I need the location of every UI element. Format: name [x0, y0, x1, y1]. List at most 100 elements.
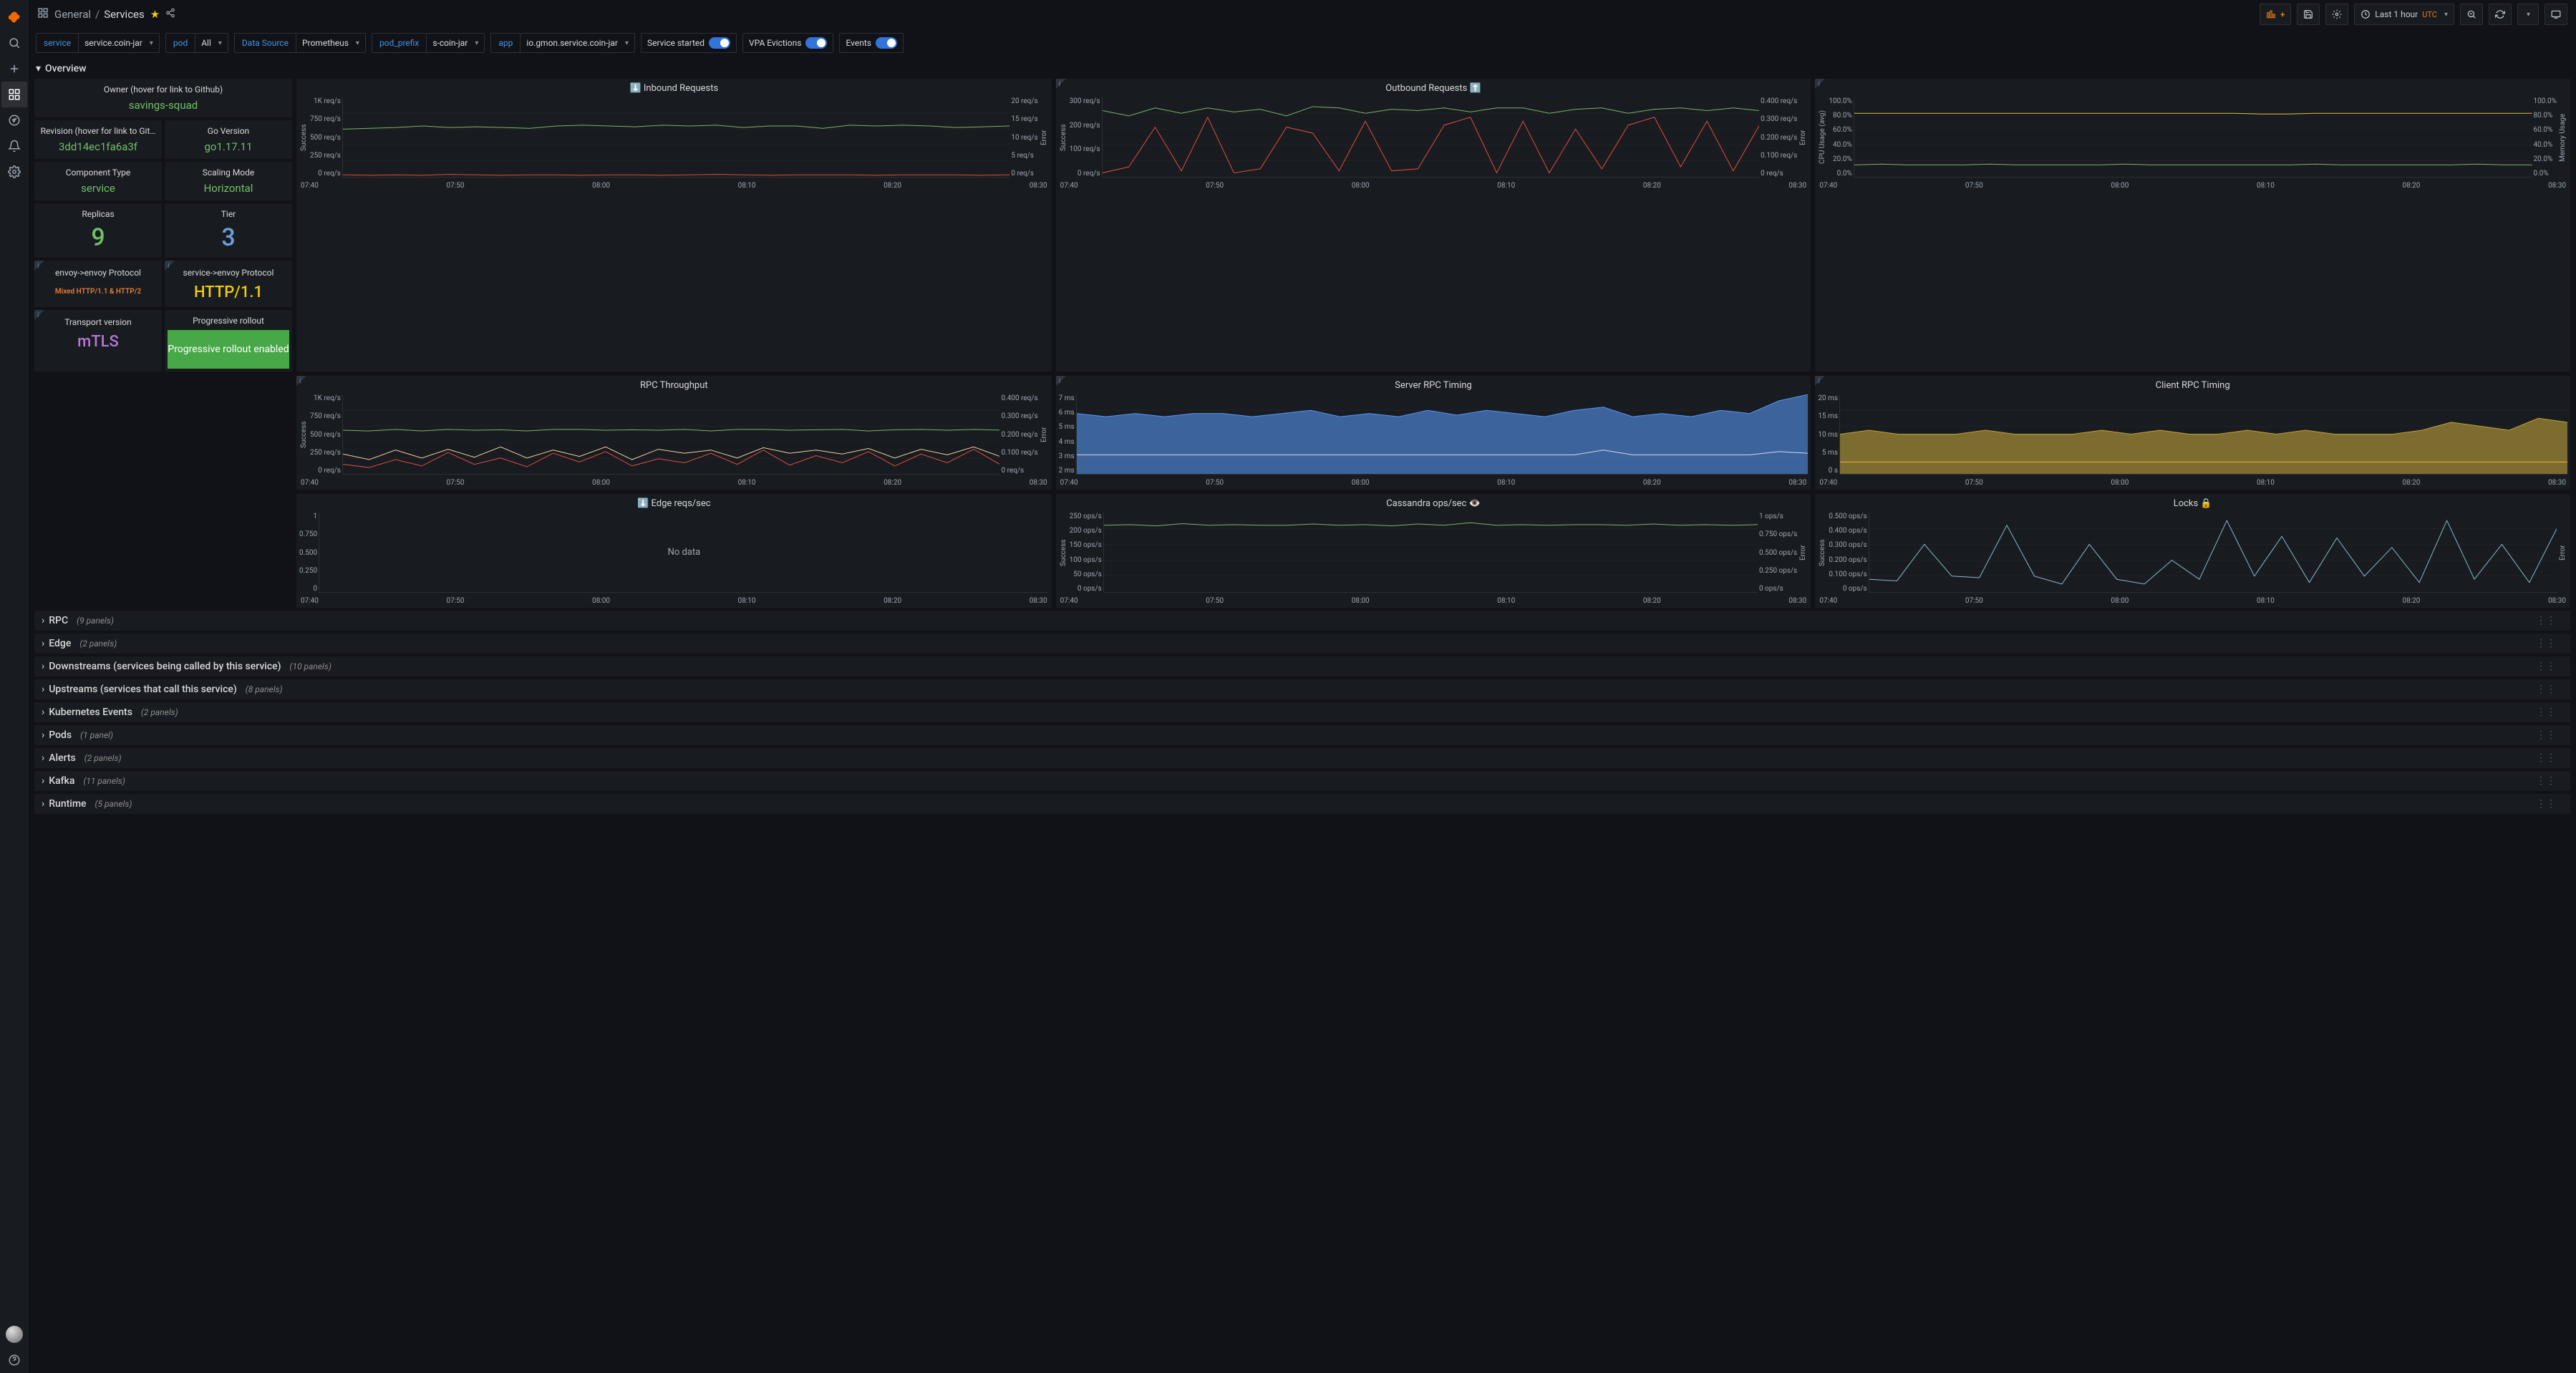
star-icon[interactable]: ★: [150, 8, 160, 21]
nav-search-icon[interactable]: [1, 30, 27, 56]
save-button[interactable]: [2297, 4, 2320, 25]
breadcrumb-sep: /: [95, 8, 100, 21]
panel-title: [1815, 79, 2570, 97]
row-title: Pods: [49, 729, 72, 741]
panel-component-type[interactable]: Component Type service: [34, 162, 162, 200]
panel-edge-reqs[interactable]: ⬇️ Edge reqs/sec 10.7500.5000.2500No dat…: [296, 494, 1052, 608]
stat-value: 9: [37, 223, 159, 252]
panel-inbound-requests[interactable]: ⬇️ Inbound Requests Success1K req/s750 r…: [296, 79, 1052, 372]
panel-outbound-requests[interactable]: i Outbound Requests ⬆️ Success300 req/s2…: [1056, 79, 1811, 372]
panel-cpu-memory[interactable]: i CPU Usage (avg)100.0%80.0%60.0%40.0%20…: [1815, 79, 2570, 372]
row-upstreams[interactable]: › Upstreams (services that call this ser…: [34, 679, 2570, 699]
nav-help-icon[interactable]: [1, 1347, 27, 1373]
drag-handle-icon[interactable]: ⋮⋮: [2536, 707, 2563, 718]
share-icon[interactable]: [165, 8, 175, 21]
chart-plot[interactable]: [1839, 394, 2567, 475]
panel-scaling-mode[interactable]: Scaling Mode Horizontal: [165, 162, 292, 200]
zoom-out-button[interactable]: [2460, 4, 2483, 25]
row-kubernetes[interactable]: › Kubernetes Events (2 panels) ⋮⋮: [34, 702, 2570, 722]
row-overview-header[interactable]: ▾ Overview: [29, 57, 2576, 79]
panel-title: Locks 🔒: [1815, 494, 2570, 513]
x-ticks: 07:4007:5008:0008:1008:2008:30: [1056, 596, 1811, 608]
drag-handle-icon[interactable]: ⋮⋮: [2536, 638, 2563, 649]
row-kafka[interactable]: › Kafka (11 panels) ⋮⋮: [34, 771, 2570, 791]
info-icon[interactable]: i: [299, 377, 301, 385]
chart-plot[interactable]: [1102, 97, 1760, 178]
drag-handle-icon[interactable]: ⋮⋮: [2536, 661, 2563, 672]
panel-locks[interactable]: Locks 🔒 Success0.500 ops/s0.400 ops/s0.3…: [1815, 494, 2570, 608]
variable-dropdown[interactable]: s-coin-jar▾: [426, 33, 485, 53]
drag-handle-icon[interactable]: ⋮⋮: [2536, 775, 2563, 787]
row-runtime[interactable]: › Runtime (5 panels) ⋮⋮: [34, 794, 2570, 814]
panel-rpc-throughput[interactable]: i RPC Throughput Success1K req/s750 req/…: [296, 376, 1052, 490]
chart-plot[interactable]: [1076, 394, 1808, 475]
row-title: Runtime: [49, 798, 86, 810]
row-downstreams[interactable]: › Downstreams (services being called by …: [34, 656, 2570, 676]
toggle-switch[interactable]: [876, 37, 897, 49]
tv-mode-button[interactable]: [2544, 4, 2567, 25]
panel-client-rpc-timing[interactable]: i Client RPC Timing 20 ms15 ms10 ms5 ms0…: [1815, 376, 2570, 490]
info-icon[interactable]: i: [168, 262, 170, 270]
grafana-logo[interactable]: [1, 4, 27, 30]
time-range-label: Last 1 hour: [2375, 9, 2418, 19]
refresh-button[interactable]: [2489, 4, 2512, 25]
chart-plot[interactable]: [342, 97, 1009, 178]
nav-config-icon[interactable]: [1, 159, 27, 185]
chart-plot[interactable]: No data: [319, 513, 1049, 593]
y-ticks-left: 10.7500.5000.2500: [299, 513, 317, 593]
panel-replicas[interactable]: Replicas 9: [34, 203, 162, 258]
panel-envoy-protocol[interactable]: i envoy->envoy Protocol Mixed HTTP/1.1 &…: [34, 261, 162, 307]
chevron-right-icon: ›: [42, 638, 44, 649]
panel-server-rpc-timing[interactable]: i Server RPC Timing 7 ms6 ms5 ms4 ms3 ms…: [1056, 376, 1811, 490]
toggle-switch[interactable]: [709, 37, 730, 49]
row-rpc[interactable]: › RPC (9 panels) ⋮⋮: [34, 611, 2570, 631]
row-title: Alerts: [49, 752, 76, 764]
info-icon[interactable]: i: [37, 311, 39, 319]
panel-tier[interactable]: Tier 3: [165, 203, 292, 258]
toggle-switch[interactable]: [805, 37, 827, 49]
chart-plot[interactable]: [342, 394, 1000, 475]
panel-transport[interactable]: i Transport version mTLS: [34, 310, 162, 372]
info-icon[interactable]: i: [1818, 80, 1820, 88]
panel-go-version[interactable]: Go Version go1.17.11: [165, 120, 292, 159]
settings-button[interactable]: [2325, 4, 2348, 25]
panel-cassandra-ops[interactable]: Cassandra ops/sec 👁️ Success250 ops/s200…: [1056, 494, 1811, 608]
drag-handle-icon[interactable]: ⋮⋮: [2536, 615, 2563, 626]
chart-plot[interactable]: [1103, 513, 1758, 593]
time-range-button[interactable]: Last 1 hour UTC ▾: [2354, 4, 2454, 25]
row-edge[interactable]: › Edge (2 panels) ⋮⋮: [34, 634, 2570, 654]
info-icon[interactable]: i: [1818, 377, 1820, 385]
chart-plot[interactable]: [1869, 513, 2557, 593]
panel-service-protocol[interactable]: i service->envoy Protocol HTTP/1.1: [165, 261, 292, 307]
info-icon[interactable]: i: [1059, 377, 1061, 385]
drag-handle-icon[interactable]: ⋮⋮: [2536, 684, 2563, 695]
row-pods[interactable]: › Pods (1 panel) ⋮⋮: [34, 725, 2570, 745]
variable-dropdown[interactable]: Prometheus▾: [296, 33, 366, 53]
info-icon[interactable]: i: [1059, 80, 1061, 88]
refresh-interval-button[interactable]: ▾: [2517, 4, 2539, 25]
drag-handle-icon[interactable]: ⋮⋮: [2536, 798, 2563, 810]
add-panel-button[interactable]: +: [2260, 4, 2291, 25]
breadcrumb-root[interactable]: General: [54, 8, 91, 21]
variable-dropdown[interactable]: io.gmon.service.coin-jar▾: [520, 33, 635, 53]
nav-user-avatar[interactable]: [1, 1321, 27, 1347]
nav-explore-icon[interactable]: [1, 107, 27, 133]
row-alerts[interactable]: › Alerts (2 panels) ⋮⋮: [34, 748, 2570, 768]
nav-alerting-icon[interactable]: [1, 133, 27, 159]
panel-owner[interactable]: Owner (hover for link to Github) savings…: [34, 79, 292, 117]
nav-dashboards-icon[interactable]: [1, 82, 27, 107]
y-axis-label-left: CPU Usage (avg): [1818, 97, 1827, 178]
drag-handle-icon[interactable]: ⋮⋮: [2536, 752, 2563, 764]
chart-plot[interactable]: [1854, 97, 2532, 178]
variable-dropdown[interactable]: service.coin-jar▾: [78, 33, 160, 53]
info-icon[interactable]: i: [37, 262, 39, 270]
drag-handle-icon[interactable]: ⋮⋮: [2536, 729, 2563, 741]
variable-dropdown[interactable]: All▾: [195, 33, 228, 53]
panel-revision[interactable]: Revision (hover for link to Git… 3dd14ec…: [34, 120, 162, 159]
panel-rollout[interactable]: Progressive rollout Progressive rollout …: [165, 310, 292, 372]
panel-title: Replicas: [37, 209, 159, 219]
nav-create-icon[interactable]: [1, 56, 27, 82]
y-axis-label-right: Error: [1040, 97, 1049, 178]
x-ticks: 07:4007:5008:0008:1008:2008:30: [1815, 596, 2570, 608]
switch-events: Events: [839, 33, 904, 53]
